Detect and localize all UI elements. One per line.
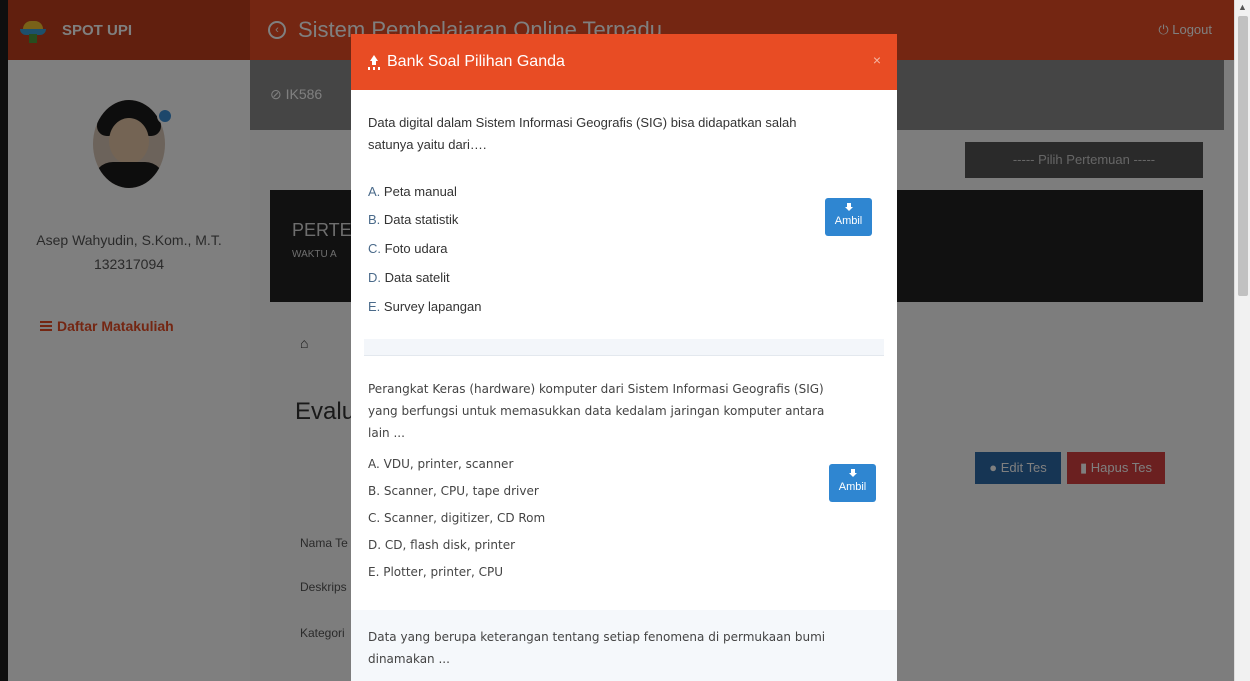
option-d: D. Data satelit: [368, 270, 450, 285]
option-d: D. CD, flash disk, printer: [368, 538, 516, 552]
option-e: E. Survey lapangan: [368, 299, 482, 314]
option-c: C. Foto udara: [368, 241, 448, 256]
option-b: B. Data statistik: [368, 212, 459, 227]
question-item: Data yang berupa keterangan tentang seti…: [351, 610, 897, 681]
page-scrollbar[interactable]: ▲: [1234, 0, 1250, 681]
ambil-button[interactable]: Ambil: [829, 464, 876, 502]
modal-header: Bank Soal Pilihan Ganda ×: [351, 34, 897, 90]
upload-icon: [367, 55, 381, 69]
question-text: Data digital dalam Sistem Informasi Geog…: [368, 115, 797, 152]
question-separator: [364, 339, 884, 356]
question-item: Data digital dalam Sistem Informasi Geog…: [351, 90, 897, 356]
option-e: E. Plotter, printer, CPU: [368, 565, 504, 579]
question-item: Perangkat Keras (hardware) komputer dari…: [351, 356, 897, 610]
download-icon: [844, 203, 854, 213]
modal-title: Bank Soal Pilihan Ganda: [387, 53, 565, 70]
option-a: A. Peta manual: [368, 184, 457, 199]
option-c: C. Scanner, digitizer, CD Rom: [368, 511, 546, 525]
download-icon: [848, 469, 858, 479]
question-text: Data yang berupa keterangan tentang seti…: [368, 630, 826, 666]
scroll-thumb[interactable]: [1238, 16, 1248, 296]
option-b: B. Scanner, CPU, tape driver: [368, 484, 539, 498]
option-a: A. VDU, printer, scanner: [368, 457, 514, 471]
ambil-button[interactable]: Ambil: [825, 198, 872, 236]
close-icon[interactable]: ×: [873, 52, 881, 68]
bank-soal-modal: Bank Soal Pilihan Ganda × Data digital d…: [351, 34, 897, 681]
scroll-up-icon[interactable]: ▲: [1238, 2, 1247, 12]
question-text: Perangkat Keras (hardware) komputer dari…: [368, 382, 825, 440]
